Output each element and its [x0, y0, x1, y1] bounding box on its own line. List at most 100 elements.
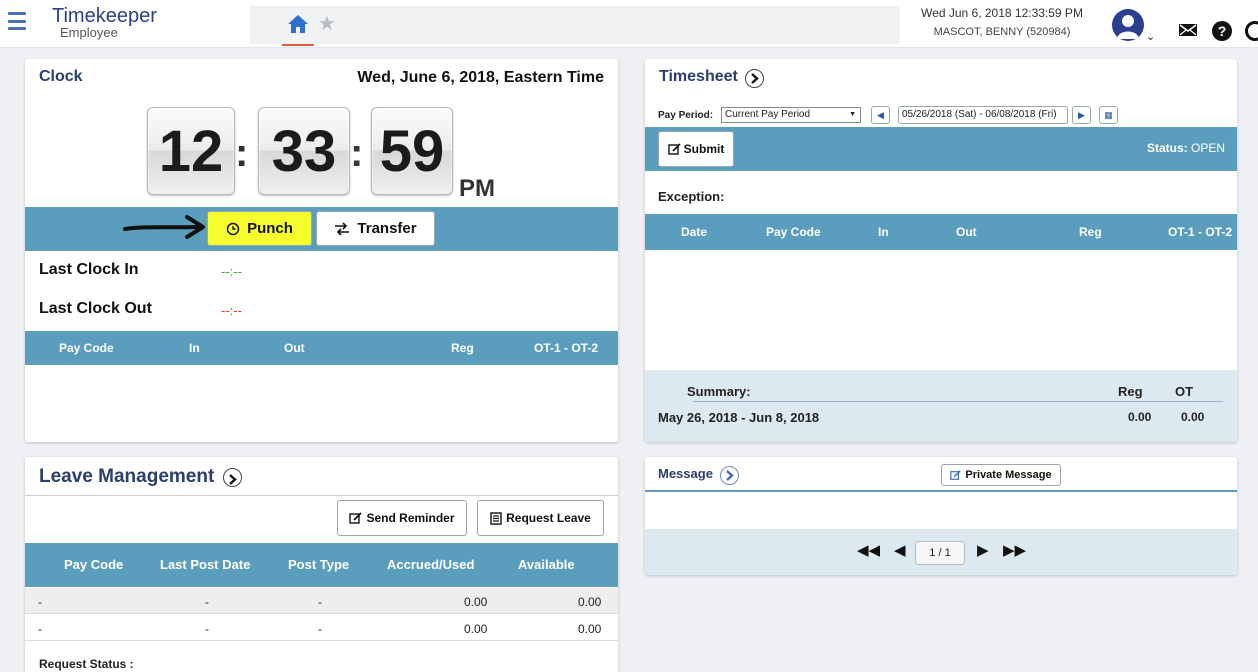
- app-title: Timekeeper: [52, 5, 157, 27]
- prev-page-icon[interactable]: ◀: [894, 541, 906, 559]
- request-leave-button[interactable]: Request Leave: [477, 500, 604, 536]
- user-info: Wed Jun 6, 2018 12:33:59 PM MASCOT, BENN…: [902, 6, 1102, 46]
- summary-ot-label: OT: [1175, 384, 1194, 399]
- next-page-icon[interactable]: ▶: [977, 541, 989, 559]
- transfer-button[interactable]: Transfer: [316, 211, 435, 246]
- cell-accrued-used: 0.00: [464, 622, 488, 636]
- chevron-down-icon[interactable]: ⌄: [1146, 30, 1155, 43]
- column-header: Pay Code: [766, 225, 821, 239]
- message-pager: ◀◀ ◀ 1 / 1 ▶ ▶▶: [645, 529, 1237, 575]
- column-header: Reg: [451, 341, 474, 355]
- first-page-icon[interactable]: ◀◀: [857, 541, 880, 559]
- column-header: Post Type: [288, 557, 350, 572]
- leave-management-title-text: Leave Management: [39, 466, 215, 487]
- help-icon[interactable]: ?: [1212, 21, 1232, 41]
- request-status-label: Request Status :: [39, 657, 134, 671]
- summary-ot-value: 0.00: [1181, 410, 1205, 424]
- clock-colon: :: [235, 131, 249, 175]
- avatar-icon[interactable]: [1112, 9, 1144, 41]
- leave-table-header: Pay Code Last Post Date Post Type Accrue…: [25, 543, 618, 587]
- last-clock-in-value: --:--: [221, 264, 242, 279]
- column-header: OT-1 - OT-2: [534, 341, 599, 355]
- transfer-label: Transfer: [357, 220, 417, 237]
- clock-table-header: Pay Code In Out Reg OT-1 - OT-2: [25, 331, 618, 365]
- last-clock-out-label: Last Clock Out: [39, 300, 152, 317]
- cell-last-post-date: -: [205, 595, 209, 609]
- app-subtitle: Employee: [60, 25, 118, 40]
- table-row: - - - 0.00 0.00: [25, 615, 618, 641]
- leave-management-panel: Leave Management Send Reminder Request L…: [25, 457, 618, 672]
- chevron-right-icon[interactable]: [719, 466, 739, 485]
- last-clock-in-label: Last Clock In: [39, 261, 139, 278]
- summary-reg-value: 0.00: [1128, 410, 1152, 424]
- private-message-label: Private Message: [965, 469, 1052, 481]
- mail-icon[interactable]: [1178, 22, 1198, 43]
- cell-post-type: -: [318, 622, 322, 636]
- clock-seconds: 59: [371, 107, 453, 195]
- message-panel: Message Private Message ◀◀ ◀ 1 / 1 ▶ ▶▶: [645, 457, 1237, 575]
- edit-icon: [349, 511, 363, 524]
- submit-button[interactable]: Submit: [658, 131, 734, 167]
- column-header: Date: [681, 225, 708, 239]
- summary-reg-label: Reg: [1118, 384, 1143, 399]
- pay-period-range: 05/26/2018 (Sat) - 06/08/2018 (Fri): [898, 106, 1068, 124]
- private-message-button[interactable]: Private Message: [941, 464, 1061, 486]
- cell-post-type: -: [318, 595, 322, 609]
- menu-icon[interactable]: [8, 12, 26, 30]
- cell-accrued-used: 0.00: [464, 595, 488, 609]
- divider: [645, 490, 1237, 492]
- current-datetime: Wed Jun 6, 2018 12:33:59 PM: [921, 6, 1083, 20]
- column-header: Accrued/Used: [387, 557, 475, 572]
- home-icon[interactable]: [282, 14, 314, 46]
- summary-label: Summary:: [687, 384, 751, 399]
- chevron-right-icon[interactable]: [745, 69, 765, 88]
- column-header: Out: [284, 341, 305, 355]
- user-name: MASCOT, BENNY (520984): [933, 26, 1071, 38]
- power-icon[interactable]: [1245, 21, 1258, 41]
- punch-button[interactable]: Punch: [207, 211, 312, 246]
- next-period-button[interactable]: ▶: [1072, 106, 1091, 124]
- summary-divider: [693, 401, 1223, 402]
- nav-strip: [250, 6, 900, 44]
- calendar-icon[interactable]: ▦: [1099, 106, 1118, 124]
- cell-available: 0.00: [578, 595, 602, 609]
- edit-icon: [950, 469, 962, 480]
- send-reminder-button[interactable]: Send Reminder: [337, 500, 467, 536]
- clock-icon: [226, 222, 240, 235]
- message-title: Message: [658, 466, 739, 485]
- column-header: Pay Code: [59, 341, 114, 355]
- status-badge: Status: OPEN: [1146, 141, 1225, 155]
- column-header: Pay Code: [64, 557, 124, 572]
- pay-period-select[interactable]: Current Pay Period: [721, 107, 861, 123]
- timesheet-summary: Summary: Reg OT May 26, 2018 - Jun 8, 20…: [645, 370, 1237, 442]
- clock-hours: 12: [147, 107, 235, 195]
- timesheet-title: Timesheet: [659, 68, 765, 88]
- prev-period-button[interactable]: ◀: [871, 106, 890, 124]
- last-clock-out-value: --:--: [221, 303, 242, 318]
- clock-minutes: 33: [258, 107, 350, 195]
- divider: [25, 495, 618, 496]
- column-header: Out: [956, 225, 977, 239]
- clock-panel: Clock Wed, June 6, 2018, Eastern Time 12…: [25, 59, 618, 442]
- column-header: In: [189, 341, 200, 355]
- chevron-right-icon[interactable]: [222, 468, 242, 487]
- favorite-star-icon[interactable]: ★: [318, 14, 344, 42]
- last-page-icon[interactable]: ▶▶: [1003, 541, 1026, 559]
- transfer-icon: [335, 221, 350, 236]
- clock-date: Wed, June 6, 2018, Eastern Time: [357, 69, 604, 86]
- cell-available: 0.00: [578, 622, 602, 636]
- punch-label: Punch: [247, 220, 293, 237]
- list-icon: [490, 511, 502, 525]
- column-header: Available: [518, 557, 575, 572]
- cell-pay-code: -: [38, 595, 42, 609]
- column-header: OT-1 - OT-2: [1168, 225, 1233, 239]
- timesheet-table-header: Date Pay Code In Out Reg OT-1 - OT-2: [645, 214, 1237, 250]
- exception-label: Exception:: [658, 189, 725, 204]
- clock-colon: :: [350, 131, 364, 175]
- clock-title: Clock: [39, 68, 83, 85]
- clock-ampm: PM: [459, 175, 495, 202]
- top-bar: Timekeeper Employee ★ Wed Jun 6, 2018 12…: [0, 0, 1258, 48]
- timesheet-panel: Timesheet Pay Period: Current Pay Period…: [645, 59, 1237, 442]
- cell-last-post-date: -: [205, 622, 209, 636]
- summary-range: May 26, 2018 - Jun 8, 2018: [658, 410, 820, 425]
